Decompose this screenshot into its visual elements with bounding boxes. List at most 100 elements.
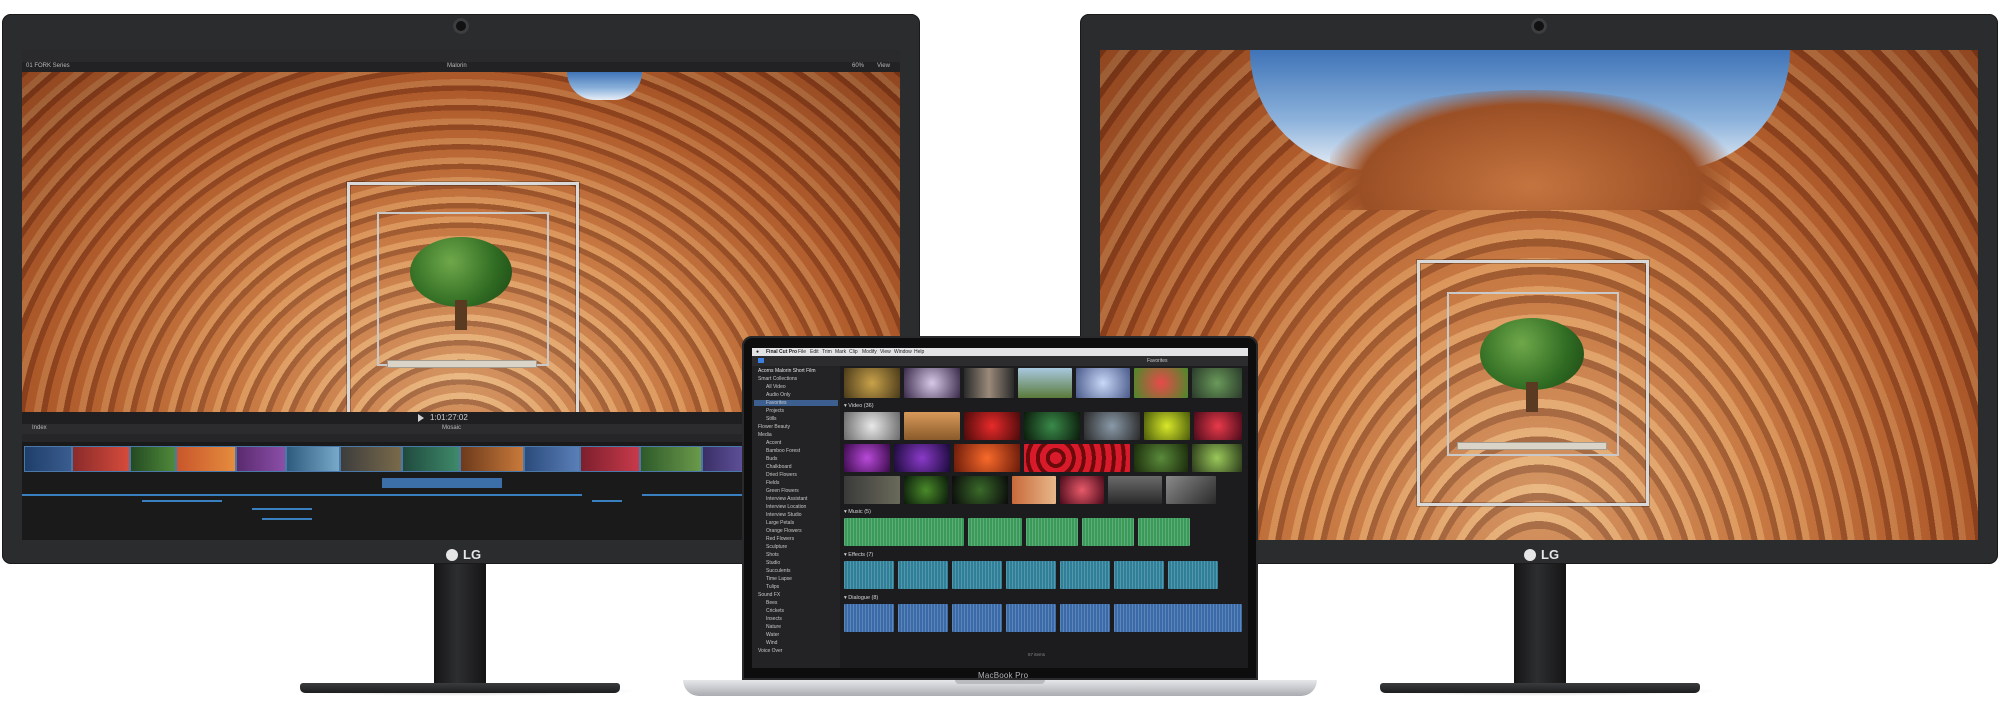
dialogue-waveform[interactable] xyxy=(898,604,948,632)
thumbnail[interactable] xyxy=(964,412,1020,440)
thumbnail[interactable] xyxy=(1076,368,1130,398)
sidebar-item[interactable]: Sound FX xyxy=(758,592,780,598)
thumbnail[interactable] xyxy=(1024,412,1080,440)
sidebar-item[interactable]: Studio xyxy=(766,560,780,566)
sidebar-item[interactable]: Media xyxy=(758,432,772,438)
dialogue-waveform[interactable] xyxy=(1060,604,1110,632)
sidebar-item[interactable]: Orange Flowers xyxy=(766,528,802,534)
library-title[interactable]: Acorns Malorin Short Film xyxy=(758,368,816,374)
dialogue-waveform[interactable] xyxy=(1114,604,1242,632)
sidebar-item[interactable]: Audio Only xyxy=(766,392,790,398)
category-video[interactable]: ▾ Video (36) xyxy=(844,403,874,409)
sidebar-item[interactable]: Dried Flowers xyxy=(766,472,797,478)
menu-view[interactable]: View xyxy=(880,349,891,355)
effects-waveform[interactable] xyxy=(1060,561,1110,589)
apple-menu-icon[interactable]: ● xyxy=(756,349,759,355)
sidebar-item[interactable]: Tulips xyxy=(766,584,779,590)
thumbnail[interactable] xyxy=(964,368,1014,398)
menu-edit[interactable]: Edit xyxy=(810,349,819,355)
menu-app-name[interactable]: Final Cut Pro xyxy=(766,349,797,355)
music-waveform[interactable] xyxy=(1138,518,1190,546)
library-icon[interactable] xyxy=(758,358,764,363)
menu-clip[interactable]: Clip xyxy=(849,349,858,355)
thumbnail[interactable] xyxy=(1134,444,1188,472)
fcp-zoom-level[interactable]: 60% xyxy=(852,63,864,69)
sidebar-item[interactable]: Buds xyxy=(766,456,777,462)
thumbnail[interactable] xyxy=(1192,444,1242,472)
sidebar-item[interactable]: Accent xyxy=(766,440,781,446)
timeline-clip[interactable] xyxy=(286,446,340,472)
sidebar-item[interactable]: Shots xyxy=(766,552,779,558)
thumbnail[interactable] xyxy=(904,476,948,504)
fcp-index-button[interactable]: Index xyxy=(32,425,47,431)
effects-waveform[interactable] xyxy=(1114,561,1164,589)
timeline-clip[interactable] xyxy=(24,446,72,472)
music-waveform[interactable] xyxy=(1026,518,1078,546)
sidebar-item[interactable]: Favorites xyxy=(766,400,787,406)
sidebar-item[interactable]: Interview Assistant xyxy=(766,496,807,502)
sidebar-item[interactable]: All Video xyxy=(766,384,786,390)
sidebar-item[interactable]: Voice Over xyxy=(758,648,782,654)
thumbnail[interactable] xyxy=(894,444,950,472)
category-effects[interactable]: ▾ Effects (7) xyxy=(844,552,873,558)
play-icon[interactable] xyxy=(418,414,424,422)
sidebar-item[interactable]: Interview Studio xyxy=(766,512,802,518)
sidebar-item[interactable]: Sculpture xyxy=(766,544,787,550)
thumbnail[interactable] xyxy=(1084,412,1140,440)
thumbnail[interactable] xyxy=(1024,444,1130,472)
sidebar-item[interactable]: Time Lapse xyxy=(766,576,792,582)
sidebar-item[interactable]: Bamboo Forest xyxy=(766,448,800,454)
category-music[interactable]: ▾ Music (5) xyxy=(844,509,871,515)
thumbnail[interactable] xyxy=(954,444,1020,472)
effects-waveform[interactable] xyxy=(1168,561,1218,589)
thumbnail[interactable] xyxy=(952,476,1008,504)
sidebar-item[interactable]: Green Flowers xyxy=(766,488,799,494)
sidebar-item[interactable]: Red Flowers xyxy=(766,536,794,542)
menu-mark[interactable]: Mark xyxy=(835,349,846,355)
music-waveform[interactable] xyxy=(968,518,1022,546)
timeline-clip[interactable] xyxy=(640,446,702,472)
sidebar-item[interactable]: Water xyxy=(766,632,779,638)
thumbnail[interactable] xyxy=(1060,476,1104,504)
menu-help[interactable]: Help xyxy=(914,349,924,355)
thumbnail[interactable] xyxy=(1134,368,1188,398)
fcp-view-menu[interactable]: View xyxy=(877,63,890,69)
sidebar-item[interactable]: Wind xyxy=(766,640,777,646)
timeline-clip[interactable] xyxy=(402,446,460,472)
dialogue-waveform[interactable] xyxy=(844,604,894,632)
sidebar-item[interactable]: Smart Collections xyxy=(758,376,797,382)
sidebar-item[interactable]: Succulents xyxy=(766,568,790,574)
dialogue-waveform[interactable] xyxy=(952,604,1002,632)
timeline-clip[interactable] xyxy=(176,446,236,472)
sidebar-item[interactable]: Stills xyxy=(766,416,777,422)
thumbnail[interactable] xyxy=(1192,368,1242,398)
sidebar-item[interactable]: Bees xyxy=(766,600,777,606)
timeline-clip[interactable] xyxy=(72,446,130,472)
effects-waveform[interactable] xyxy=(844,561,894,589)
menu-file[interactable]: File xyxy=(798,349,806,355)
thumbnail[interactable] xyxy=(1108,476,1162,504)
sidebar-item[interactable]: Crickets xyxy=(766,608,784,614)
sidebar-item[interactable]: Insects xyxy=(766,616,782,622)
thumbnail[interactable] xyxy=(844,444,890,472)
thumbnail[interactable] xyxy=(904,412,960,440)
sidebar-item[interactable]: Chalkboard xyxy=(766,464,792,470)
thumbnail[interactable] xyxy=(904,368,960,398)
connected-audio-clip[interactable] xyxy=(382,478,502,488)
browser-filter[interactable]: Favorites xyxy=(1147,358,1168,364)
timeline-clip[interactable] xyxy=(524,446,580,472)
thumbnail[interactable] xyxy=(1144,412,1190,440)
thumbnail[interactable] xyxy=(844,476,900,504)
menu-trim[interactable]: Trim xyxy=(822,349,832,355)
music-waveform[interactable] xyxy=(844,518,964,546)
dialogue-waveform[interactable] xyxy=(1006,604,1056,632)
thumbnail[interactable] xyxy=(844,368,900,398)
sidebar-item[interactable]: Nature xyxy=(766,624,781,630)
music-waveform[interactable] xyxy=(1082,518,1134,546)
menu-window[interactable]: Window xyxy=(894,349,912,355)
effects-waveform[interactable] xyxy=(1006,561,1056,589)
timeline-clip[interactable] xyxy=(236,446,286,472)
effects-waveform[interactable] xyxy=(898,561,948,589)
thumbnail[interactable] xyxy=(1018,368,1072,398)
sidebar-item[interactable]: Flower Beauty xyxy=(758,424,790,430)
